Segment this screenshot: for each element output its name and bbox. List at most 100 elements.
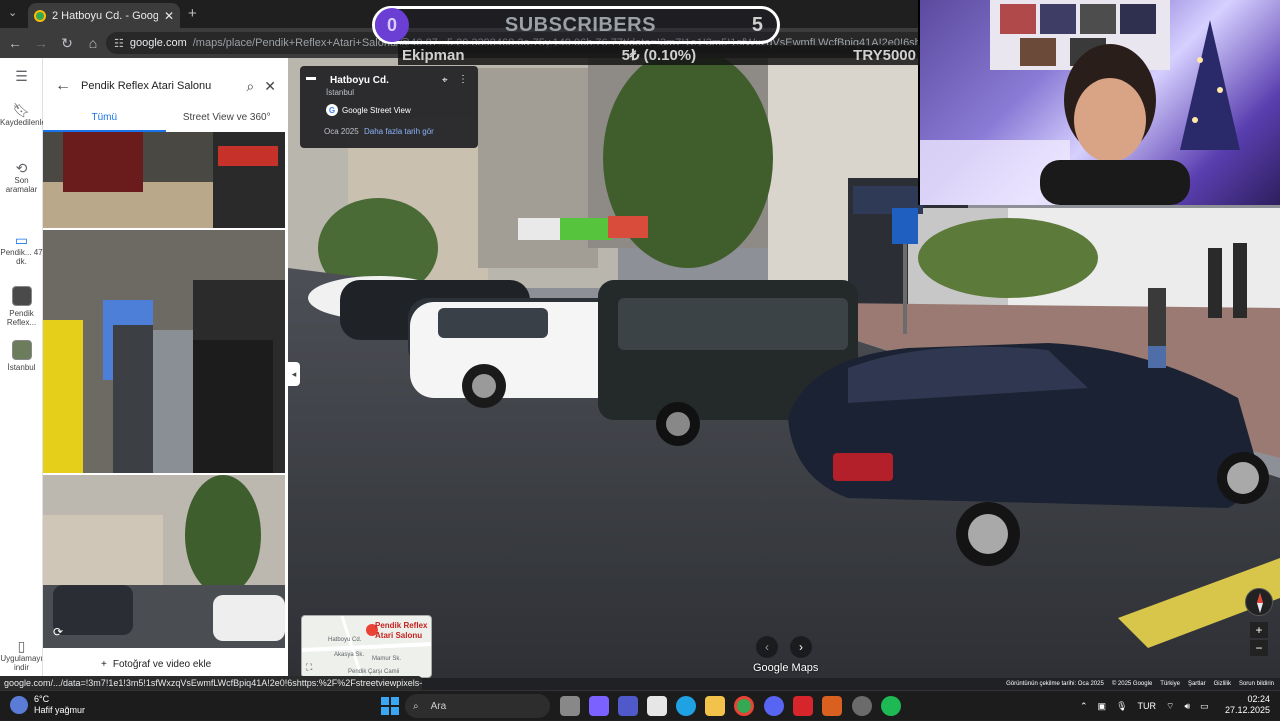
battery-icon[interactable]: ▭ (1200, 701, 1209, 712)
windows-start-icon[interactable] (381, 697, 399, 715)
minimap-street-2: Akasya Sk. (334, 652, 365, 658)
sv-menu-icon[interactable]: ▬ (300, 66, 322, 88)
winrar-icon[interactable] (793, 696, 813, 716)
chevron-up-icon[interactable]: ⌃ (1080, 701, 1088, 712)
obs-icon[interactable] (852, 696, 872, 716)
photo-street-image (43, 475, 285, 648)
photo-arcade-2[interactable] (43, 230, 285, 473)
download-app-button[interactable]: ▯ Uygulamayı indir (0, 638, 43, 672)
attribution-country[interactable]: Türkiye (1160, 681, 1180, 687)
place-button[interactable]: Pendik Reflex... (0, 286, 43, 327)
attribution-privacy[interactable]: Gizlilik (1214, 681, 1231, 687)
forward-icon[interactable]: → (34, 35, 48, 51)
search-input[interactable]: Pendik Reflex Atari Salonu (81, 80, 236, 92)
close-tab-icon[interactable]: ✕ (164, 9, 174, 23)
weather-rain-icon (10, 696, 28, 714)
tab-streetview[interactable]: Street View ve 360° (166, 106, 289, 132)
zoom-in-button[interactable]: + (1250, 622, 1268, 638)
weather-temp: 6°C (34, 694, 50, 704)
weather-desc: Hafif yağmur (34, 705, 86, 715)
wifi-icon[interactable]: ⌔ (1166, 701, 1174, 712)
saved-button[interactable]: 🔖︎ Kaydedilenler (0, 102, 48, 127)
clock-time: 02:24 (1247, 694, 1270, 704)
more-dates-link[interactable]: Daha fazla tarih gör (364, 127, 434, 136)
add-photo-button[interactable]: + Fotoğraf ve video ekle (101, 654, 251, 674)
recent-button[interactable]: ⟲ Son aramalar (0, 161, 43, 194)
zoom-out-button[interactable]: − (1250, 640, 1268, 656)
language-indicator[interactable]: TUR (1138, 701, 1157, 711)
windows-taskbar: 6°C Hafif yağmur ⌕ Ara ⌃ ▣ 🎙︎ TUR ⌔ 🔊︎ ▭ … (0, 690, 1280, 720)
gsv-text: Google Street View (342, 105, 411, 115)
new-tab-icon[interactable]: + (188, 5, 197, 22)
google-street-view-label: G Google Street View (326, 104, 411, 116)
place-name: Hatboyu Cd. (330, 75, 389, 86)
webcam-overlay (918, 0, 1280, 205)
cloudflare-icon[interactable] (822, 696, 842, 716)
collapse-panel-button[interactable]: ◂ (288, 362, 300, 386)
expand-map-icon[interactable]: ⛶ (306, 662, 312, 673)
ticker-amount: 5₺ (0.10%) (621, 47, 697, 64)
attribution-terms[interactable]: Şartlar (1188, 681, 1206, 687)
minimap[interactable]: Pendik Reflex Atari Salonu Hatboyu Cd. Ak… (301, 615, 432, 678)
city-name: İstanbul (326, 88, 355, 97)
street-view-info-card: Hatboyu Cd. İstanbul ⌖ ⋮ G Google Street … (300, 66, 478, 148)
weather-widget[interactable]: 6°C Hafif yağmur (10, 694, 85, 716)
reload-icon[interactable]: ↻ (60, 35, 74, 52)
taskbar-search[interactable]: ⌕ Ara (405, 694, 550, 718)
photo-arcade-1[interactable] (43, 132, 285, 228)
previous-arrow-icon[interactable]: ‹ (756, 636, 778, 658)
360-icon: ⟳ (53, 625, 64, 639)
location-pin-icon[interactable]: ⌖ (442, 75, 448, 86)
webcam-image (920, 0, 1240, 205)
ticker-goal: TRY5000 (853, 46, 916, 64)
more-options-icon[interactable]: ⋮ (458, 74, 468, 85)
back-icon[interactable]: ← (8, 35, 22, 51)
maps-attribution: Görüntünün çekilme tarihi: Oca 2025 © 20… (996, 679, 1280, 689)
store-icon[interactable] (647, 696, 667, 716)
menu-button[interactable]: ☰ (0, 68, 43, 84)
search-icon[interactable]: ⌕ (246, 78, 254, 95)
compass-icon[interactable] (1245, 588, 1273, 616)
url-host: google.com (129, 37, 187, 49)
transit-button[interactable]: ▭ Pendik... 47 dk. (0, 232, 43, 266)
microphone-icon[interactable]: 🎙︎ (1116, 701, 1127, 712)
minimap-street-1: Hatboyu Cd. (328, 637, 362, 643)
spotify-icon[interactable] (881, 696, 901, 716)
bookmark-icon: 🔖︎ (12, 102, 31, 118)
tab-list-icon[interactable]: ⌄ (8, 6, 17, 19)
browser-tab[interactable]: 2 Hatboyu Cd. - Google Harita ✕ (28, 3, 180, 28)
clock-date: 27.12.2025 (1224, 705, 1270, 715)
istanbul-button[interactable]: İstanbul (0, 340, 43, 372)
capture-date: Oca 2025 (324, 127, 359, 136)
recent-label: Son aramalar (5, 176, 38, 194)
close-icon[interactable]: ✕ (264, 78, 276, 95)
attribution-report[interactable]: Sorun bildirin (1239, 681, 1274, 687)
tab-all[interactable]: Tümü (43, 106, 166, 132)
task-view-icon[interactable] (560, 696, 580, 716)
search-panel: ← Pendik Reflex Atari Salonu ⌕ ✕ Tümü St… (43, 58, 288, 678)
tray-app-icon[interactable]: ▣ (1098, 701, 1107, 712)
volume-icon[interactable]: 🔊︎ (1184, 701, 1190, 712)
copilot-icon[interactable] (589, 696, 609, 716)
taskbar-clock[interactable]: 02:24 27.12.2025 (1214, 694, 1270, 716)
chrome-icon[interactable] (734, 696, 754, 716)
bus-icon: ▭ (14, 232, 29, 248)
saved-label: Kaydedilenler (0, 118, 49, 127)
back-arrow-icon[interactable]: ← (55, 77, 71, 95)
phone-icon: ▯ (17, 638, 26, 654)
edge-icon[interactable] (676, 696, 696, 716)
site-info-icon[interactable]: ☷ (114, 37, 124, 50)
download-label: Uygulamayı indir (0, 654, 43, 672)
home-icon[interactable]: ⌂ (86, 35, 100, 51)
ticker-name: Ekipman (402, 46, 465, 64)
file-explorer-icon[interactable] (705, 696, 725, 716)
teams-icon[interactable] (618, 696, 638, 716)
taskbar-search-label: Ara (430, 700, 447, 712)
attribution-copyright: © 2025 Google (1111, 681, 1153, 687)
discord-icon[interactable] (764, 696, 784, 716)
photo-arcade-2-image (43, 230, 285, 473)
hamburger-icon: ☰ (15, 68, 28, 84)
photo-street[interactable]: ⟳ (43, 475, 285, 648)
minimap-label-line2: Atari Salonu (375, 631, 423, 640)
next-arrow-icon[interactable]: › (790, 636, 812, 658)
